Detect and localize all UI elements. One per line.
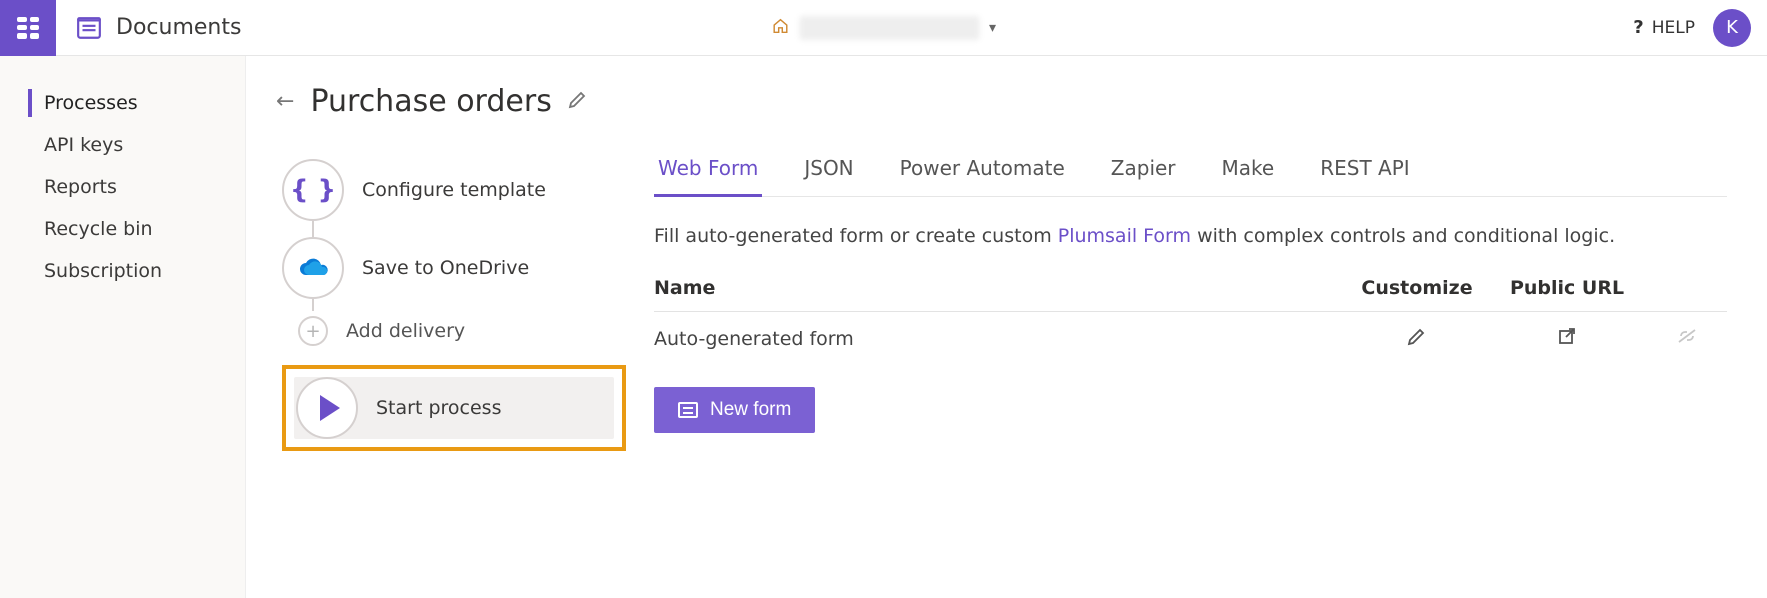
step-label: Configure template	[362, 179, 546, 201]
play-icon	[320, 395, 340, 421]
page-heading: ← Purchase orders	[276, 84, 626, 119]
tab-zapier[interactable]: Zapier	[1107, 156, 1180, 197]
sidebar-item-label: API keys	[44, 134, 123, 156]
step-label: Add delivery	[346, 320, 465, 342]
step-add-delivery[interactable]: + Add delivery	[282, 307, 626, 355]
col-name-header: Name	[654, 277, 1347, 299]
chevron-down-icon: ▾	[989, 20, 996, 36]
step-save-onedrive[interactable]: Save to OneDrive	[282, 229, 626, 307]
tab-web-form[interactable]: Web Form	[654, 156, 762, 197]
help-button[interactable]: ? HELP	[1633, 17, 1695, 38]
avatar-initial: K	[1726, 17, 1738, 38]
process-steps: { } Configure template Save to OneDrive	[276, 151, 626, 451]
tab-power-automate[interactable]: Power Automate	[896, 156, 1069, 197]
tab-rest-api[interactable]: REST API	[1316, 156, 1413, 197]
app-waffle-button[interactable]	[0, 0, 56, 56]
form-name: Auto-generated form	[654, 328, 1347, 350]
tab-json[interactable]: JSON	[800, 156, 857, 197]
waffle-icon	[17, 17, 39, 39]
help-icon: ?	[1633, 17, 1643, 38]
sidebar: Processes API keys Reports Recycle bin S…	[0, 56, 246, 598]
forms-table-header: Name Customize Public URL	[654, 277, 1727, 312]
home-icon	[771, 17, 789, 39]
customize-form-button[interactable]	[1347, 326, 1487, 351]
help-label: HELP	[1652, 18, 1695, 38]
forms-table: Name Customize Public URL Auto-generated…	[654, 277, 1727, 365]
start-tabs: Web Form JSON Power Automate Zapier Make…	[654, 156, 1727, 197]
step-configure-template[interactable]: { } Configure template	[282, 151, 626, 229]
documents-icon	[76, 17, 102, 39]
page-title: Purchase orders	[310, 84, 551, 119]
plumsail-form-link[interactable]: Plumsail Form	[1058, 225, 1191, 247]
sidebar-item-label: Reports	[44, 176, 117, 198]
sidebar-item-label: Processes	[44, 92, 138, 114]
broken-link-icon	[1675, 326, 1699, 346]
step-label: Start process	[376, 397, 501, 419]
col-public-header: Public URL	[1487, 277, 1647, 299]
tab-make[interactable]: Make	[1218, 156, 1279, 197]
sidebar-item-api-keys[interactable]: API keys	[0, 124, 245, 166]
new-form-label: New form	[710, 399, 791, 421]
tab-description: Fill auto-generated form or create custo…	[654, 225, 1727, 247]
form-icon	[678, 402, 698, 418]
sidebar-item-recycle-bin[interactable]: Recycle bin	[0, 208, 245, 250]
topbar: Documents ▾ ? HELP K	[0, 0, 1767, 56]
account-selector[interactable]: ▾	[771, 16, 996, 40]
avatar[interactable]: K	[1713, 9, 1751, 47]
sidebar-item-label: Subscription	[44, 260, 162, 282]
col-customize-header: Customize	[1347, 277, 1487, 299]
step-highlight: Start process	[282, 365, 626, 451]
link-disabled-icon	[1647, 326, 1727, 351]
external-link-icon	[1557, 326, 1577, 346]
new-form-button[interactable]: New form	[654, 387, 815, 433]
edit-title-button[interactable]	[568, 89, 588, 114]
topbar-title: Documents	[116, 15, 241, 40]
sidebar-item-label: Recycle bin	[44, 218, 153, 240]
step-label: Save to OneDrive	[362, 257, 529, 279]
braces-icon: { }	[290, 175, 336, 205]
onedrive-icon	[296, 257, 330, 279]
back-arrow-button[interactable]: ←	[276, 89, 294, 114]
account-email	[799, 16, 979, 40]
pencil-icon	[1407, 326, 1427, 346]
plus-icon: +	[298, 316, 328, 346]
step-start-process[interactable]: Start process	[294, 377, 614, 439]
table-row: Auto-generated form	[654, 312, 1727, 365]
sidebar-item-processes[interactable]: Processes	[0, 82, 245, 124]
sidebar-item-subscription[interactable]: Subscription	[0, 250, 245, 292]
public-url-button[interactable]	[1487, 326, 1647, 351]
sidebar-item-reports[interactable]: Reports	[0, 166, 245, 208]
